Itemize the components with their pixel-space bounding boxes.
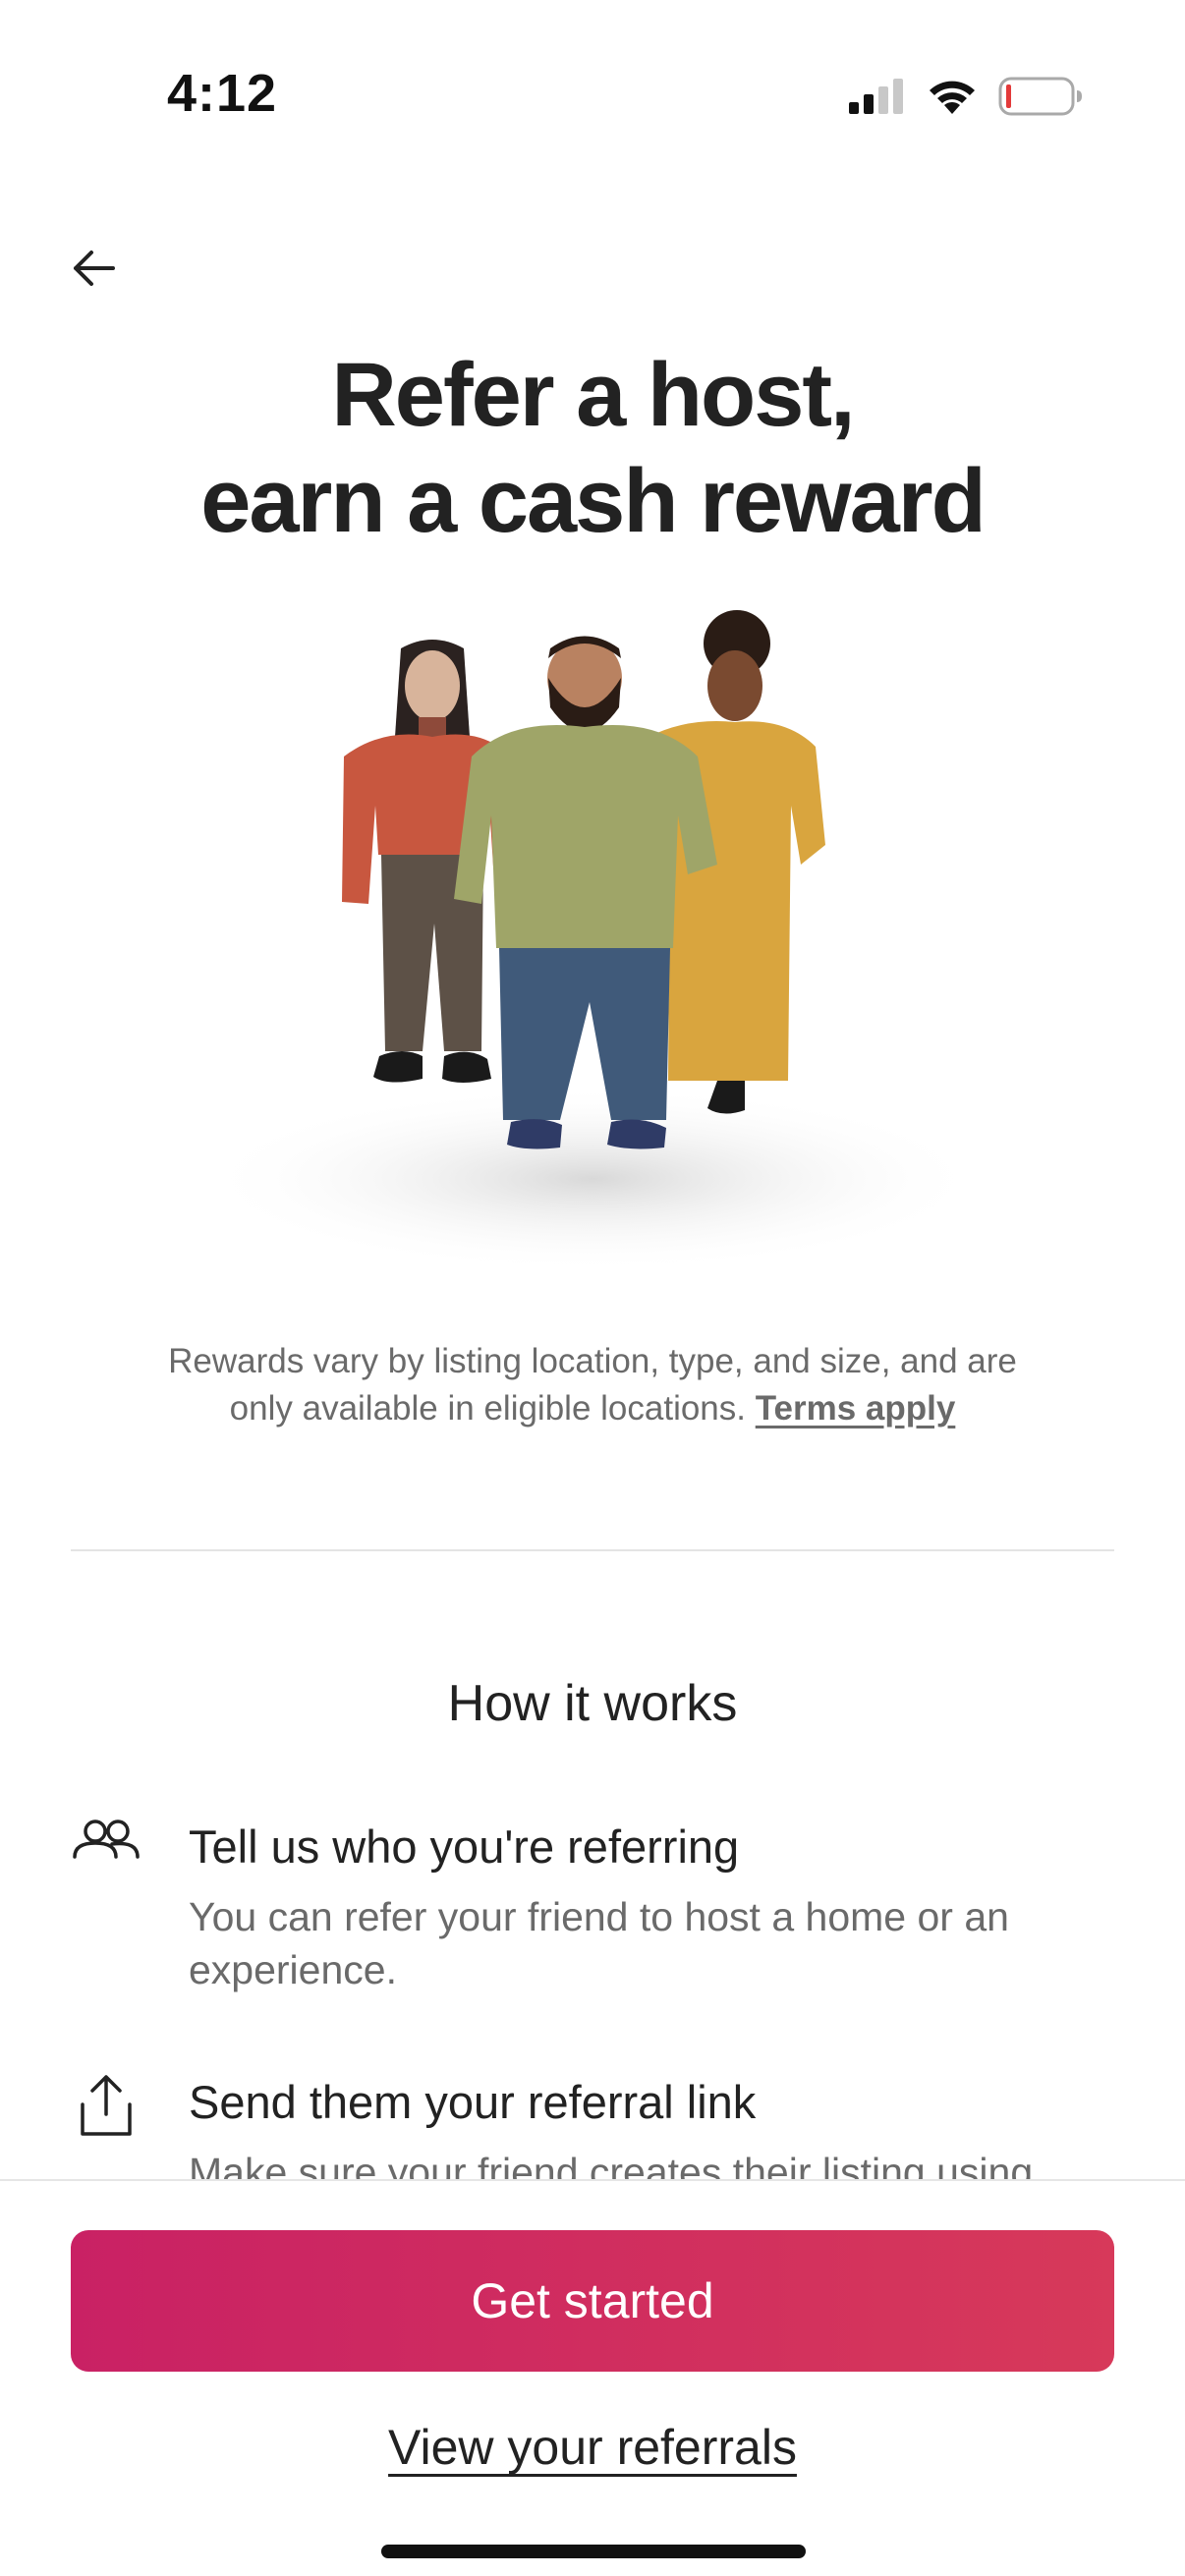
woman-figure-left: [342, 640, 519, 1083]
section-divider: [71, 1549, 1114, 1551]
how-it-works-title: How it works: [447, 1675, 738, 1732]
step-description: You can refer your friend to host a home…: [189, 1894, 1009, 1992]
step-title: Tell us who you're referring: [189, 1820, 740, 1873]
title-line-1: Refer a host,: [331, 345, 855, 445]
battery-low-icon: [998, 77, 1082, 116]
people-icon: [73, 1820, 140, 1859]
terms-link[interactable]: Terms apply: [756, 1389, 956, 1428]
rewards-disclaimer: Rewards vary by listing location, type, …: [98, 1338, 1087, 1432]
share-upload-icon: [81, 2075, 132, 2136]
home-indicator: [381, 2545, 806, 2558]
status-bar: 4:12: [0, 0, 1185, 187]
step-item: Send them your referral link Make sure y…: [0, 2069, 1185, 2179]
bottom-action-bar: Get started View your referrals: [0, 2179, 1185, 2576]
back-button[interactable]: [51, 226, 136, 310]
wifi-icon: [930, 81, 975, 114]
referral-page: 4:12 Refer a host, earn a cash reward Re…: [0, 0, 1185, 2576]
step-title: Send them your referral link: [189, 2076, 757, 2128]
disclaimer-line-2: only available in eligible locations.: [229, 1389, 746, 1428]
step-description: Make sure your friend creates their list…: [189, 2150, 1034, 2179]
page-title: Refer a host, earn a cash reward: [0, 342, 1185, 554]
three-people-illustration: [199, 610, 986, 1272]
get-started-button[interactable]: Get started: [71, 2230, 1114, 2372]
arrow-left-icon: [74, 251, 115, 286]
step-item: Tell us who you're referring You can ref…: [0, 1814, 1185, 2010]
view-referrals-link[interactable]: View your referrals: [0, 2419, 1185, 2476]
cellular-signal-icon: [849, 79, 903, 114]
disclaimer-line-1: Rewards vary by listing location, type, …: [168, 1342, 1017, 1380]
status-time: 4:12: [167, 64, 278, 123]
title-line-2: earn a cash reward: [200, 451, 987, 551]
